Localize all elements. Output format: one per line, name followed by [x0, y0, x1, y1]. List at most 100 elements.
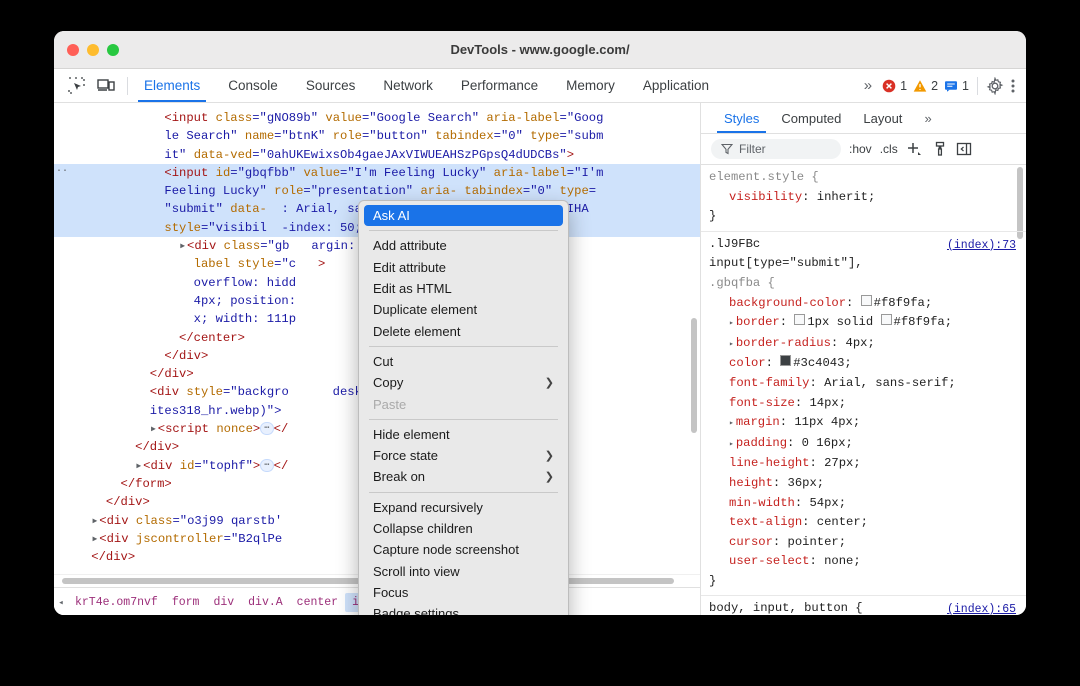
tab-console[interactable]: Console — [214, 69, 292, 102]
tab-elements[interactable]: Elements — [130, 69, 214, 102]
style-property-value[interactable]: Arial, sans-serif; — [824, 376, 956, 390]
styles-filter-input[interactable]: Filter — [711, 139, 841, 159]
style-property-value[interactable]: pointer; — [788, 535, 847, 549]
style-property-value[interactable]: 14px; — [809, 396, 846, 410]
tab-styles[interactable]: Styles — [713, 103, 770, 133]
style-declaration[interactable]: text-align: center; — [709, 513, 1026, 533]
menu-item[interactable]: Collapse children — [359, 518, 568, 539]
menu-item[interactable]: Copy ❯ — [359, 372, 568, 393]
styles-rules-list[interactable]: element.style {visibility: inherit;} (ind… — [701, 165, 1026, 615]
expand-shorthand-icon[interactable]: ▸ — [729, 414, 734, 434]
menu-item[interactable]: Capture node screenshot — [359, 539, 568, 560]
menu-item[interactable]: Badge settings... — [359, 603, 568, 615]
style-property-name[interactable]: color — [729, 356, 766, 370]
dom-tree-vertical-scrollbar[interactable] — [691, 318, 697, 433]
toggle-element-classes[interactable]: .cls — [880, 142, 898, 156]
tab-performance[interactable]: Performance — [447, 69, 552, 102]
color-swatch[interactable] — [780, 355, 792, 367]
style-declaration[interactable]: ▸ padding: 0 16px; — [709, 434, 1026, 455]
color-swatch[interactable] — [860, 294, 872, 306]
menu-item[interactable]: Add attribute — [359, 235, 568, 256]
style-rule[interactable]: (index):73 .lJ9FBc input[type="submit"], .g… — [701, 232, 1026, 597]
toggle-hover-state[interactable]: :hov — [849, 142, 872, 156]
dom-tree-row[interactable]: Feeling Lucky" role="presentation" aria-… — [54, 182, 700, 201]
collapsed-content-icon[interactable]: ⋯ — [260, 458, 274, 472]
menu-item[interactable]: Cut — [359, 351, 568, 372]
styles-more-tabs-icon[interactable]: » — [913, 103, 942, 133]
style-property-value[interactable]: 54px; — [809, 496, 846, 510]
collapsed-content-icon[interactable]: ⋯ — [260, 422, 274, 436]
style-declaration[interactable]: line-height: 27px; — [709, 454, 1026, 474]
menu-item[interactable]: Scroll into view — [359, 560, 568, 581]
expand-shorthand-icon[interactable]: ▸ — [729, 435, 734, 455]
expand-arrow-icon[interactable]: ▸ — [179, 237, 187, 255]
style-declaration[interactable]: background-color: #f8f9fa; — [709, 294, 1026, 314]
info-count-badge[interactable]: 1 — [944, 79, 969, 93]
expand-shorthand-icon[interactable]: ▸ — [729, 314, 734, 334]
style-property-value[interactable]: 36px; — [788, 476, 825, 490]
style-property-name[interactable]: min-width — [729, 496, 795, 510]
tab-application[interactable]: Application — [629, 69, 723, 102]
breadcrumb-item[interactable]: div — [206, 593, 241, 612]
more-tabs-chevron-icon[interactable]: » — [860, 77, 876, 94]
style-property-name[interactable]: margin — [736, 415, 780, 429]
style-property-value[interactable]: inherit; — [817, 190, 876, 204]
style-declaration[interactable]: color: #3c4043; — [709, 354, 1026, 374]
tab-computed[interactable]: Computed — [770, 103, 852, 133]
style-property-value[interactable]: center; — [817, 515, 868, 529]
menu-item[interactable]: Break on ❯ — [359, 466, 568, 487]
gear-icon[interactable] — [986, 76, 1004, 95]
tab-network[interactable]: Network — [369, 69, 447, 102]
breadcrumb-item[interactable]: krT4e.om7nvf — [68, 593, 165, 612]
style-property-name[interactable]: font-size — [729, 396, 795, 410]
dom-tree-row[interactable]: <input class="gNO89b" value="Google Sear… — [54, 109, 700, 127]
tab-sources[interactable]: Sources — [292, 69, 370, 102]
style-property-name[interactable]: background-color — [729, 296, 846, 310]
computed-styles-sidebar-icon[interactable] — [932, 141, 948, 157]
expand-shorthand-icon[interactable]: ▸ — [729, 335, 734, 355]
context-menu[interactable]: Ask AI Add attribute Edit attribute Edit as… — [358, 200, 569, 615]
more-options-icon[interactable] — [1010, 77, 1016, 95]
error-count-badge[interactable]: 1 — [882, 79, 907, 93]
style-rule-selector[interactable]: element.style { — [709, 168, 1026, 188]
color-swatch[interactable] — [880, 314, 892, 326]
style-declaration[interactable]: ▸ margin: 11px 4px; — [709, 413, 1026, 434]
style-property-name[interactable]: height — [729, 476, 773, 490]
menu-item[interactable]: Ask AI — [364, 205, 563, 227]
style-declaration[interactable]: font-family: Arial, sans-serif; — [709, 374, 1026, 394]
breadcrumb-item[interactable]: form — [165, 593, 207, 612]
style-property-name[interactable]: padding — [736, 436, 787, 450]
style-property-value[interactable]: #f8f9fa; — [874, 296, 933, 310]
menu-item[interactable]: Expand recursively — [359, 497, 568, 518]
warning-count-badge[interactable]: 2 — [913, 79, 938, 93]
toggle-sidebar-icon[interactable] — [956, 141, 972, 157]
tab-layout[interactable]: Layout — [852, 103, 913, 133]
style-property-name[interactable]: visibility — [729, 190, 802, 204]
style-declaration[interactable]: font-size: 14px; — [709, 394, 1026, 414]
style-property-name[interactable]: font-family — [729, 376, 809, 390]
menu-item[interactable]: Edit as HTML — [359, 278, 568, 299]
menu-item[interactable]: Delete element — [359, 320, 568, 341]
style-declaration[interactable]: ▸ border: 1px solid #f8f9fa; — [709, 313, 1026, 334]
style-declaration[interactable]: height: 36px; — [709, 474, 1026, 494]
tab-memory[interactable]: Memory — [552, 69, 629, 102]
style-property-value[interactable]: 0 16px; — [802, 436, 853, 450]
style-property-value[interactable]: 11px 4px; — [794, 415, 860, 429]
dom-tree-row[interactable]: <input id="gbqfbb" value="I'm Feeling Lu… — [54, 163, 700, 183]
style-rule-selector[interactable]: .gbqfba { — [709, 274, 1026, 294]
style-property-name[interactable]: user-select — [729, 554, 809, 568]
style-declaration[interactable]: user-select: none; — [709, 552, 1026, 572]
color-swatch[interactable] — [794, 314, 806, 326]
style-declaration[interactable]: ▸ border-radius: 4px; — [709, 334, 1026, 355]
style-rule[interactable]: element.style {visibility: inherit;} — [701, 165, 1026, 232]
menu-item[interactable]: Edit attribute — [359, 257, 568, 278]
breadcrumb-scroll-left-icon[interactable]: ◂ — [54, 598, 68, 608]
device-toolbar-icon[interactable] — [96, 76, 116, 96]
style-property-name[interactable]: text-align — [729, 515, 802, 529]
expand-arrow-icon[interactable]: ▸ — [135, 457, 143, 475]
style-property-value[interactable]: 4px; — [846, 336, 875, 350]
style-property-value[interactable]: #3c4043; — [793, 356, 852, 370]
style-declaration[interactable]: visibility: inherit; — [709, 188, 1026, 208]
menu-item[interactable]: Hide element — [359, 424, 568, 445]
menu-item[interactable]: Focus — [359, 582, 568, 603]
